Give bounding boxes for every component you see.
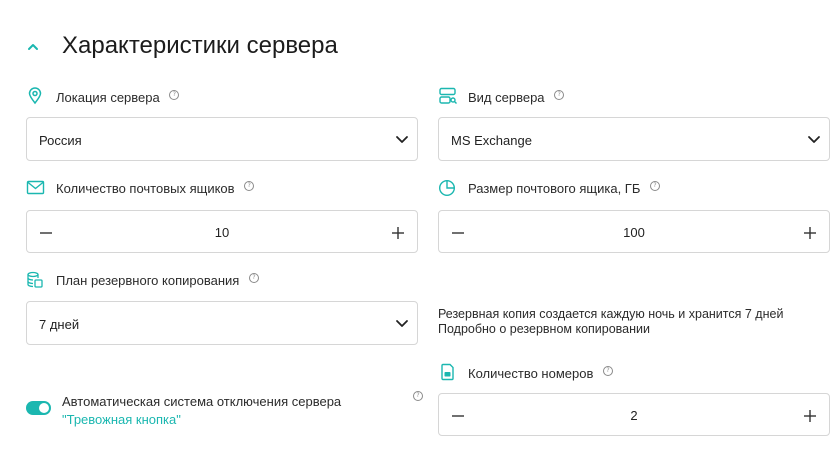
database-icon — [27, 271, 43, 288]
plus-icon[interactable] — [803, 409, 817, 423]
mailboxes-label: Количество почтовых ящиков ? — [56, 181, 255, 196]
mailboxes-help-icon[interactable]: ? — [244, 181, 255, 191]
location-label: Локация сервера ? — [56, 90, 180, 105]
shutdown-label: Автоматическая система отключения сервер… — [62, 394, 342, 427]
plus-icon[interactable] — [391, 226, 405, 240]
shutdown-help-icon[interactable]: ? — [413, 391, 423, 401]
location-pin-icon — [28, 87, 42, 105]
collapse-chevron-icon[interactable] — [26, 40, 40, 54]
server-type-label: Вид сервера ? — [468, 90, 565, 105]
numbers-value[interactable]: 2 — [439, 408, 829, 423]
backup-select-value: 7 дней — [39, 317, 80, 332]
envelope-icon — [26, 180, 45, 195]
backup-select[interactable]: 7 дней — [26, 301, 418, 345]
plus-icon[interactable] — [803, 226, 817, 240]
sim-card-icon — [441, 363, 454, 381]
section-title: Характеристики сервера — [62, 32, 338, 59]
numbers-help-icon[interactable]: ? — [603, 366, 613, 376]
backup-help-icon[interactable]: ? — [248, 273, 259, 283]
server-type-select-value: MS Exchange — [451, 133, 532, 148]
chevron-down-icon — [808, 136, 820, 143]
mailbox-size-value[interactable]: 100 — [439, 225, 829, 240]
shutdown-toggle[interactable] — [26, 401, 51, 415]
chevron-down-icon — [396, 136, 408, 143]
server-icon — [439, 87, 457, 104]
pie-chart-icon — [438, 179, 456, 197]
mailbox-size-label: Размер почтового ящика, ГБ ? — [468, 181, 660, 196]
location-select[interactable]: Россия — [26, 117, 418, 161]
toggle-knob — [39, 403, 49, 413]
mailbox-size-help-icon[interactable]: ? — [650, 181, 660, 191]
mailboxes-stepper: 10 — [26, 210, 418, 253]
backup-details-link[interactable]: Подробно о резервном копировании — [438, 322, 650, 336]
mailboxes-value[interactable]: 10 — [27, 225, 417, 240]
server-type-help-icon[interactable]: ? — [554, 90, 565, 100]
numbers-label: Количество номеров ? — [468, 366, 613, 381]
server-type-select[interactable]: MS Exchange — [438, 117, 830, 161]
backup-label: План резервного копирования ? — [56, 273, 259, 288]
numbers-stepper: 2 — [438, 393, 830, 436]
alarm-button-link[interactable]: "Тревожная кнопка" — [62, 412, 181, 427]
location-select-value: Россия — [39, 133, 82, 148]
mailbox-size-stepper: 100 — [438, 210, 830, 253]
backup-note: Резервная копия создается каждую ночь и … — [438, 307, 784, 321]
chevron-down-icon — [396, 320, 408, 327]
location-help-icon[interactable]: ? — [169, 90, 180, 100]
